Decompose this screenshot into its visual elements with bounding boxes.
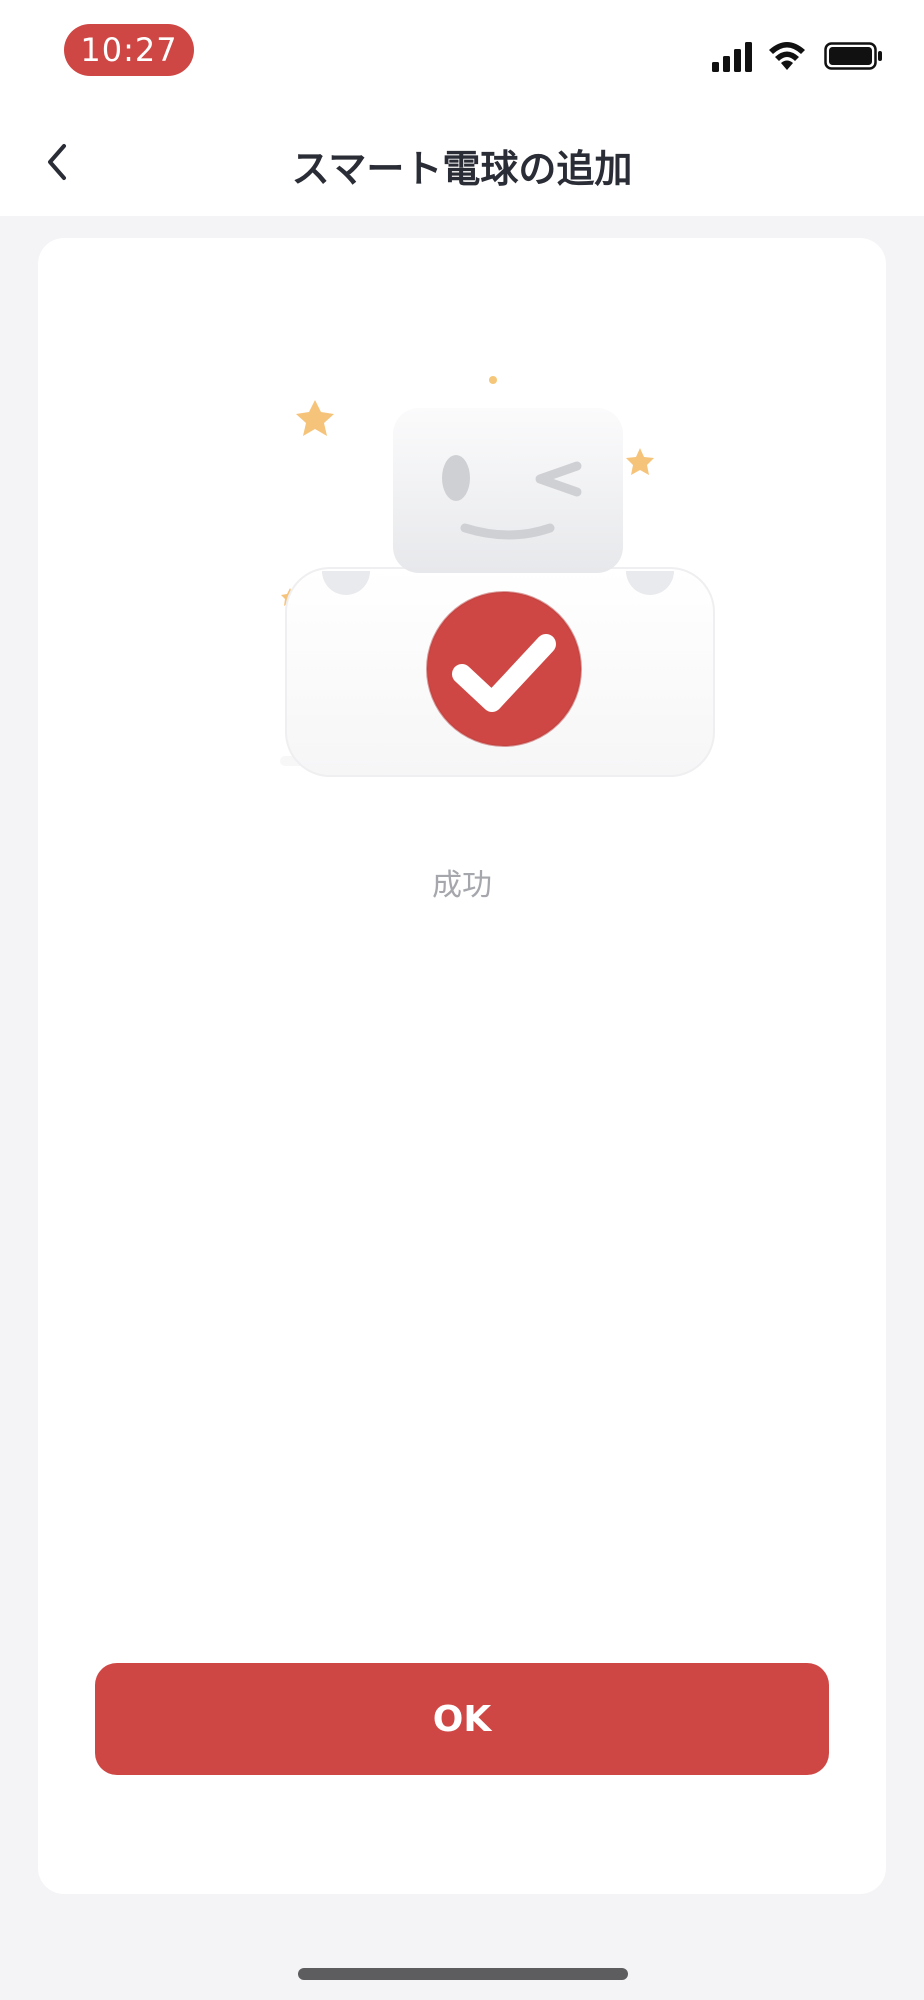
star-icon xyxy=(626,448,654,475)
robot-success-illustration xyxy=(280,376,715,777)
star-icon xyxy=(296,400,334,436)
page-title: スマート電球の追加 xyxy=(291,147,633,191)
ok-button[interactable]: OK xyxy=(95,1663,829,1775)
signal-icon xyxy=(712,42,752,72)
sparkle-dot xyxy=(489,376,497,384)
home-indicator[interactable] xyxy=(298,1968,628,1980)
result-card: 成功 OK xyxy=(38,238,886,1894)
status-time: 10:27 xyxy=(64,24,194,76)
status-bar: 10:27 xyxy=(0,0,924,108)
battery-icon xyxy=(824,42,882,70)
wifi-icon xyxy=(769,42,805,70)
robot-eye xyxy=(442,455,470,501)
success-status-text: 成功 xyxy=(432,868,492,903)
nav-bar: スマート電球の追加 xyxy=(0,108,924,216)
robot-head xyxy=(393,408,623,573)
